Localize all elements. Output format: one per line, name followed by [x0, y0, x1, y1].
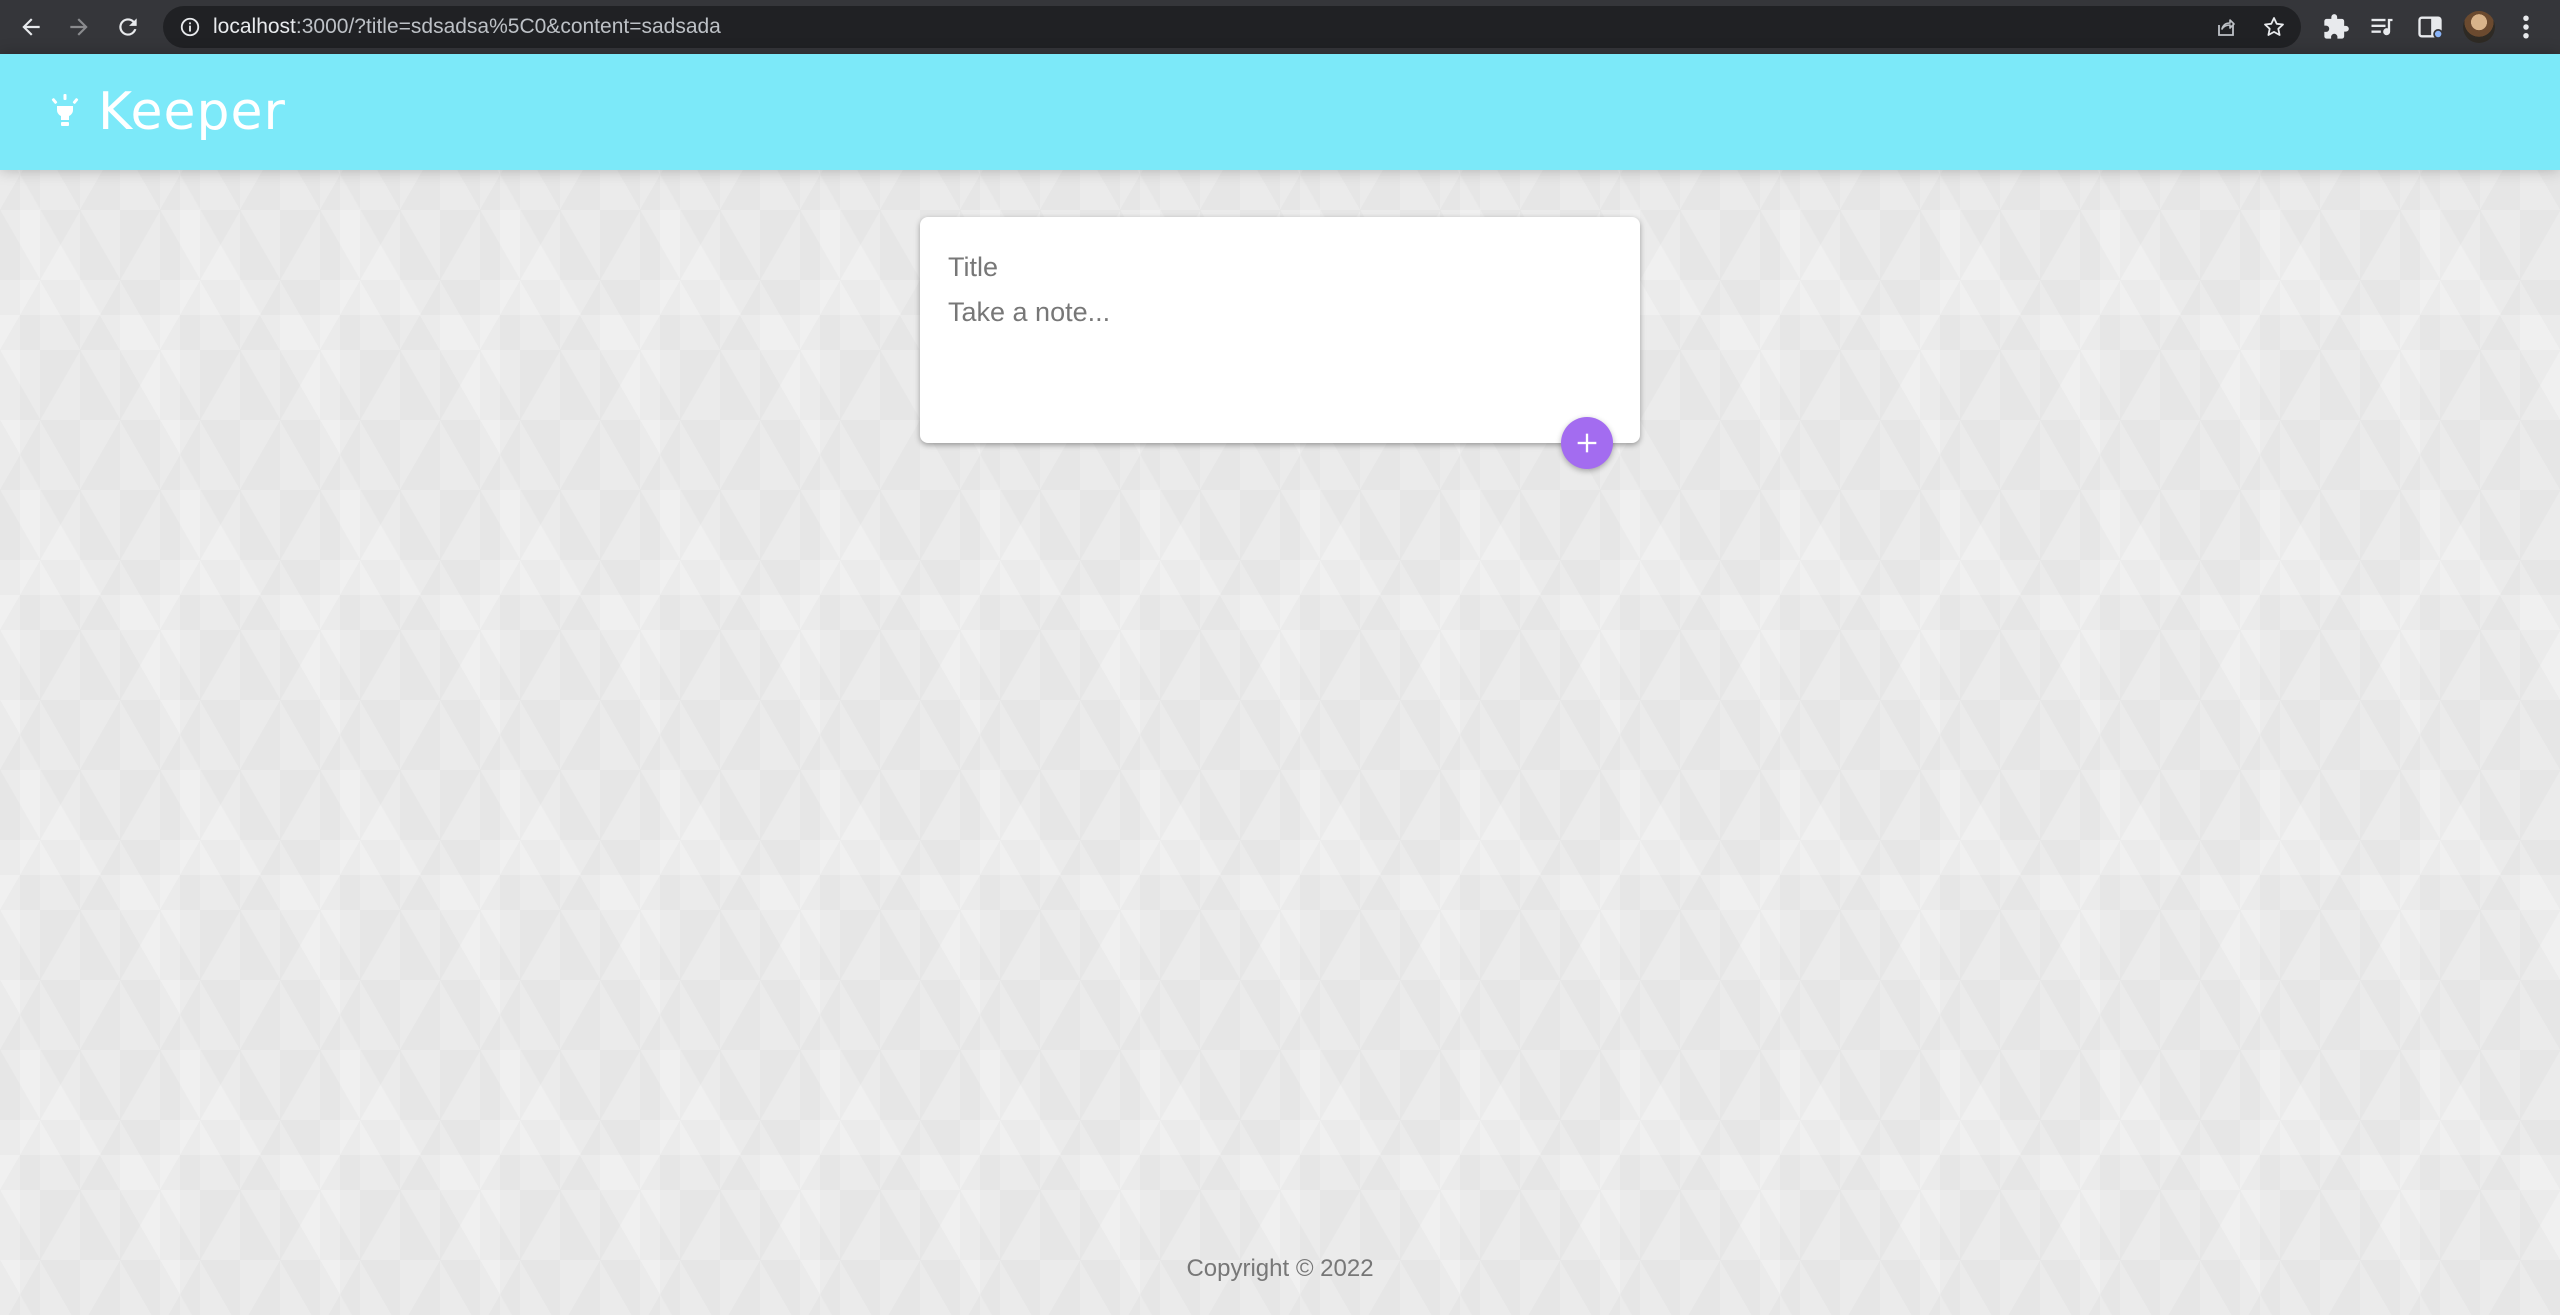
address-bar[interactable]: localhost:3000/?title=sdsadsa%5C0&conten… [163, 6, 2301, 48]
note-title-input[interactable] [948, 247, 1608, 287]
app-header: Keeper [0, 54, 2560, 170]
reload-button[interactable] [111, 10, 145, 44]
side-panel-icon[interactable] [2416, 13, 2444, 41]
note-composer [920, 217, 1640, 443]
profile-avatar[interactable] [2463, 11, 2495, 43]
note-content-input[interactable] [948, 297, 1608, 407]
share-icon[interactable] [2214, 15, 2238, 39]
star-icon[interactable] [2262, 15, 2286, 39]
copyright-text: Copyright © 2022 [1186, 1255, 1374, 1282]
add-note-button[interactable] [1561, 417, 1613, 469]
lightbulb-icon [51, 94, 79, 126]
reload-icon [119, 18, 137, 36]
plus-icon [1577, 433, 1597, 453]
arrow-left-icon [22, 18, 40, 36]
back-button[interactable] [14, 10, 48, 44]
kebab-menu-icon[interactable] [2518, 12, 2534, 42]
puzzle-icon[interactable] [2322, 13, 2350, 41]
url-host: localhost [213, 15, 296, 38]
footer: Copyright © 2022 [0, 1255, 2560, 1283]
url-text[interactable]: localhost:3000/?title=sdsadsa%5C0&conten… [213, 6, 721, 48]
browser-toolbar: localhost:3000/?title=sdsadsa%5C0&conten… [0, 0, 2560, 54]
url-path: :3000/?title=sdsadsa%5C0&content=sadsada [295, 15, 721, 38]
arrow-right-icon [70, 18, 88, 36]
forward-button[interactable] [62, 10, 96, 44]
app-title: Keeper [98, 82, 286, 142]
info-icon[interactable] [179, 16, 201, 38]
reading-list-icon[interactable] [2368, 13, 2396, 41]
